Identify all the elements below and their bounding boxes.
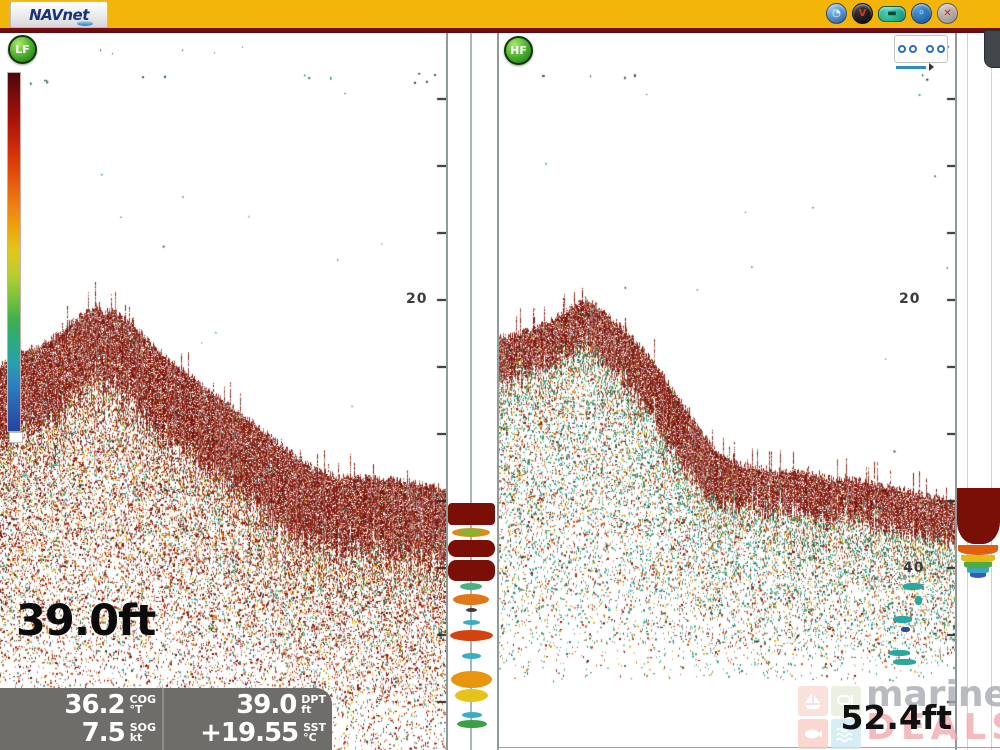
sog-value: 7.5 — [82, 718, 125, 748]
echo-blob — [450, 630, 493, 641]
echo-blob — [462, 712, 482, 718]
nav-data-box[interactable]: 36.2 COG °T 7.5 SOG kt 39.0 DPT ft — [0, 688, 332, 750]
echo-blob — [448, 540, 495, 557]
sailboat-icon — [798, 686, 828, 716]
lf-frequency-badge[interactable]: LF — [8, 35, 37, 64]
hf-badge-label: HF — [510, 44, 527, 57]
a-scope-right-line-1 — [967, 33, 968, 750]
range-ruler-arrow-icon — [929, 63, 934, 71]
a-scope-center-line — [470, 33, 472, 750]
vessel-icon[interactable]: ▬ — [878, 6, 906, 22]
dpt-value: 39.0 — [236, 690, 296, 720]
fish-icon — [798, 719, 828, 749]
logo-swoosh-icon — [77, 21, 93, 26]
lf-panel-right-border — [446, 33, 448, 750]
echo-blob — [459, 529, 481, 535]
echo-blob — [451, 671, 492, 688]
control-dot-icon — [909, 45, 917, 53]
warning-icon[interactable]: V — [852, 3, 873, 24]
panel-controls-box[interactable] — [894, 35, 948, 63]
network-icon[interactable]: ◦ — [911, 3, 932, 24]
hf-depth-scale-20: 20 — [899, 291, 920, 307]
top-bar: NAVnet ◔V ▬ ◦✕ — [0, 0, 1000, 28]
a-scope-right-line-2 — [991, 33, 992, 750]
nav-data-col-2: 39.0 DPT ft +19.55 SST °C — [164, 688, 332, 750]
lf-depth-readout: 39.0ft — [16, 596, 155, 646]
sst-unit: °C — [303, 733, 317, 743]
range-ruler-icon — [896, 66, 926, 69]
sog-unit: kt — [130, 733, 143, 743]
hf-frequency-badge[interactable]: HF — [504, 36, 533, 65]
hf-panel-left-border — [497, 33, 499, 750]
echo-blob — [915, 596, 922, 605]
echo-blob — [957, 488, 1000, 544]
cog-value: 36.2 — [64, 690, 124, 720]
power-icon[interactable]: ✕ — [937, 3, 958, 24]
echo-blob — [457, 720, 487, 728]
cog-unit: °T — [130, 705, 143, 715]
echo-blob — [893, 616, 912, 623]
sst-value: +19.55 — [200, 718, 298, 748]
hf-panel-right-border — [955, 33, 957, 750]
echo-blob — [901, 627, 910, 632]
echo-blob — [466, 608, 477, 612]
echo-blob — [448, 503, 495, 525]
dpt-unit: ft — [301, 705, 311, 715]
cog-readout: 36.2 COG °T — [0, 692, 162, 719]
echo-blob — [448, 560, 495, 581]
toolbar-icons: ◔V ▬ ◦✕ — [826, 3, 958, 24]
echo-blob — [958, 545, 998, 555]
hf-depth-scale-40: 40 — [903, 560, 924, 576]
control-dot-icon — [937, 45, 945, 53]
echo-blob — [463, 620, 480, 625]
fishfinder-screen: NAVnet ◔V▬◦✕ LF HF 20 20 40 39.0ft 52.4f… — [0, 0, 1000, 750]
sog-readout: 7.5 SOG kt — [0, 720, 162, 747]
control-dot-icon — [898, 45, 906, 53]
navnet-logo: NAVnet — [10, 1, 108, 28]
echo-strength-colorbar — [7, 72, 21, 432]
dpt-readout: 39.0 DPT ft — [164, 692, 332, 719]
echo-blob — [903, 583, 923, 590]
lf-depth-scale-20: 20 — [406, 291, 427, 307]
sst-readout: +19.55 SST °C — [164, 720, 332, 747]
echo-blob — [453, 594, 489, 605]
hidden-menu-tab[interactable] — [984, 30, 1000, 68]
echo-blob — [462, 653, 481, 659]
echo-blob — [460, 583, 482, 590]
globe-icon[interactable]: ◔ — [826, 3, 847, 24]
echo-blob — [889, 650, 910, 656]
nav-data-col-1: 36.2 COG °T 7.5 SOG kt — [0, 688, 164, 750]
echo-blob — [455, 689, 488, 702]
echo-blob — [893, 659, 916, 665]
lf-badge-label: LF — [15, 43, 30, 56]
control-dot-icon — [926, 45, 934, 53]
hf-echogram-panel[interactable] — [498, 33, 956, 750]
echo-blob — [970, 573, 986, 578]
colorbar-end-marker — [9, 432, 23, 443]
hf-depth-readout: 52.4ft — [828, 698, 952, 737]
